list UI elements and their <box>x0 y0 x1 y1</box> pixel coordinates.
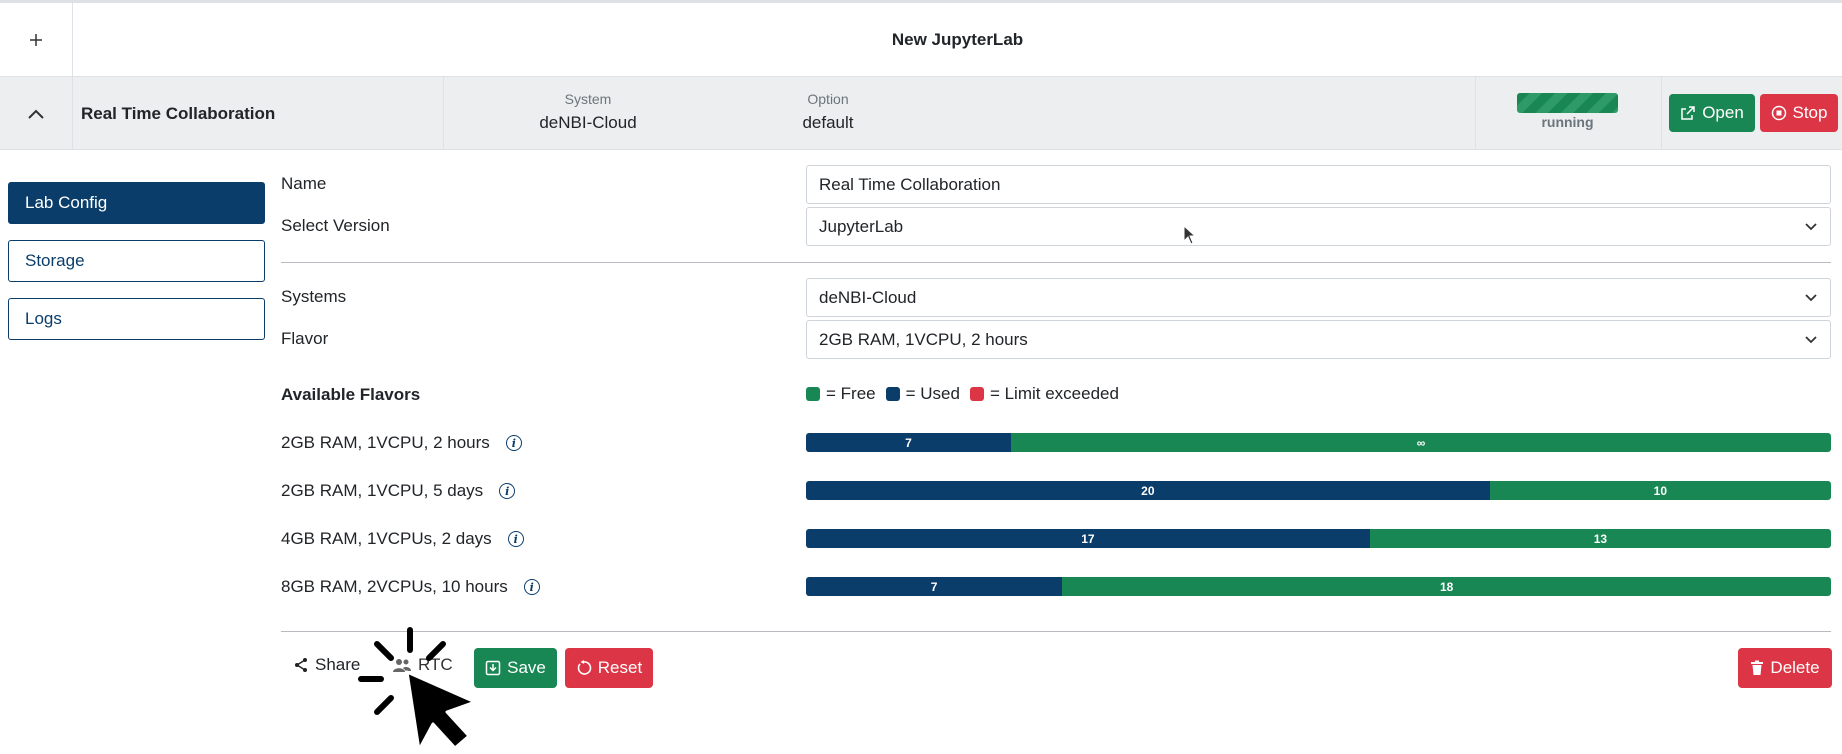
plus-icon <box>30 34 42 46</box>
info-icon[interactable]: i <box>499 483 516 499</box>
new-lab-row: New JupyterLab <box>0 3 1842 77</box>
flavor-select-value: 2GB RAM, 1VCPU, 2 hours <box>819 329 1028 349</box>
chevron-up-icon <box>28 109 44 119</box>
systems-select-value: deNBI-Cloud <box>819 287 917 307</box>
delete-button[interactable]: Delete <box>1738 648 1832 688</box>
stop-label: Stop <box>1792 103 1828 122</box>
flavor-usage-bar: 20 10 <box>806 481 1831 500</box>
version-label: Select Version <box>281 216 390 235</box>
stop-button[interactable]: Stop <box>1760 94 1838 132</box>
flavor-usage-bar: 7 ∞ <box>806 433 1831 452</box>
delete-label: Delete <box>1770 658 1820 677</box>
sidebar-item-logs[interactable]: Logs <box>8 298 265 340</box>
flavor-name: 2GB RAM, 1VCPU, 2 hours <box>281 433 490 452</box>
legend-limit-label: = Limit exceeded <box>989 384 1119 403</box>
version-select[interactable]: JupyterLab <box>806 207 1831 246</box>
status-progress-bar <box>1517 93 1618 113</box>
chevron-down-icon <box>1805 223 1817 231</box>
lab-name: Real Time Collaboration <box>81 103 276 123</box>
new-lab-title[interactable]: New JupyterLab <box>73 3 1842 77</box>
free-segment: ∞ <box>1011 433 1831 452</box>
open-button[interactable]: Open <box>1669 94 1755 132</box>
share-icon <box>295 658 307 672</box>
option-info: Option default <box>788 91 868 133</box>
available-flavors-heading: Available Flavors <box>281 385 421 404</box>
option-value: default <box>802 113 854 132</box>
name-label: Name <box>281 174 327 193</box>
flavor-name: 2GB RAM, 1VCPU, 5 days <box>281 481 484 500</box>
name-input-value: Real Time Collaboration <box>819 174 1001 194</box>
info-icon[interactable]: i <box>505 435 522 451</box>
used-segment: 20 <box>806 481 1490 500</box>
flavor-name: 8GB RAM, 2VCPUs, 10 hours <box>281 577 508 596</box>
flavor-row-label: 4GB RAM, 1VCPUs, 2 days i <box>281 529 524 549</box>
divider <box>1661 77 1662 150</box>
flavor-name: 4GB RAM, 1VCPUs, 2 days <box>281 529 492 548</box>
chevron-down-icon <box>1805 294 1817 302</box>
free-swatch <box>806 387 820 401</box>
reset-button[interactable]: Reset <box>565 648 653 688</box>
add-lab-button[interactable] <box>0 3 73 77</box>
flavor-label: Flavor <box>281 329 329 348</box>
legend-free: = Free <box>806 384 876 404</box>
external-link-icon <box>1681 106 1695 120</box>
info-icon[interactable]: i <box>507 531 524 547</box>
info-icon[interactable]: i <box>523 579 540 595</box>
flavor-row-label: 2GB RAM, 1VCPU, 5 days i <box>281 481 516 501</box>
share-label: Share <box>315 655 361 674</box>
name-input[interactable]: Real Time Collaboration <box>806 165 1831 204</box>
trash-icon <box>1751 660 1764 675</box>
option-label: Option <box>807 91 849 107</box>
legend-free-label: = Free <box>826 384 876 403</box>
systems-select[interactable]: deNBI-Cloud <box>806 278 1831 317</box>
save-label: Save <box>507 658 546 677</box>
collapse-button[interactable] <box>0 77 73 150</box>
version-select-value: JupyterLab <box>819 216 904 236</box>
section-divider <box>281 262 1831 263</box>
share-button[interactable]: Share <box>293 655 360 675</box>
used-segment: 7 <box>806 577 1063 596</box>
system-label: System <box>564 91 612 107</box>
stop-icon <box>1771 105 1786 121</box>
flavor-row-label: 8GB RAM, 2VCPUs, 10 hours i <box>281 577 540 597</box>
reset-label: Reset <box>597 658 643 677</box>
open-label: Open <box>1702 103 1744 122</box>
chevron-down-icon <box>1805 336 1817 344</box>
flavor-usage-bar: 17 13 <box>806 529 1831 548</box>
used-swatch <box>885 387 900 401</box>
systems-label: Systems <box>281 287 347 306</box>
used-segment: 17 <box>806 529 1370 548</box>
system-info: System deNBI-Cloud <box>508 91 668 133</box>
legend-limit: = Limit exceeded <box>969 384 1119 404</box>
lab-summary-row: Real Time Collaboration System deNBI-Clo… <box>0 77 1842 150</box>
sidebar-item-storage[interactable]: Storage <box>8 240 265 282</box>
status-text: running <box>1541 114 1594 130</box>
flavor-select[interactable]: 2GB RAM, 1VCPU, 2 hours <box>806 320 1831 359</box>
free-segment: 18 <box>1062 577 1831 596</box>
system-value: deNBI-Cloud <box>539 113 637 132</box>
divider <box>443 77 444 150</box>
flavor-row-label: 2GB RAM, 1VCPU, 2 hours i <box>281 433 522 453</box>
sidebar-item-lab-config[interactable]: Lab Config <box>8 182 265 224</box>
reset-icon <box>577 660 592 675</box>
free-segment: 10 <box>1489 481 1831 500</box>
flavor-usage-bar: 7 18 <box>806 577 1831 596</box>
section-divider <box>281 631 1831 632</box>
click-cursor-icon <box>358 627 477 752</box>
legend-used-label: = Used <box>905 384 960 403</box>
divider <box>1475 77 1476 150</box>
flavor-legend: = Free = Used = Limit exceeded <box>806 384 1129 404</box>
mouse-pointer-icon <box>1183 225 1197 245</box>
free-segment: 13 <box>1369 529 1831 548</box>
used-segment: 7 <box>806 433 1011 452</box>
legend-used: = Used <box>885 384 960 404</box>
limit-swatch <box>969 387 984 401</box>
